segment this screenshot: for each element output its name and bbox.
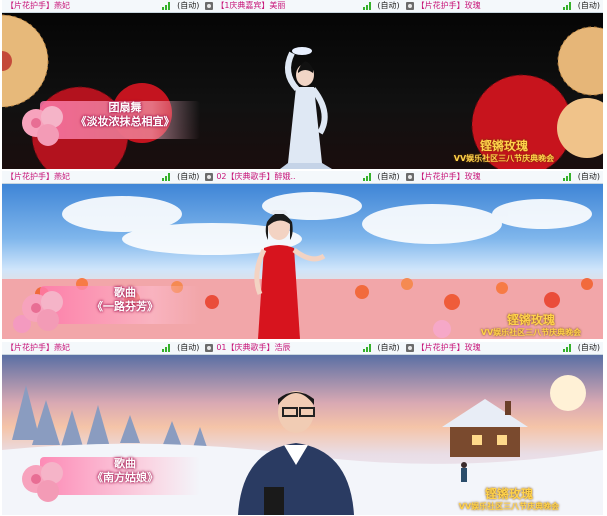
auto-label[interactable]: (自动) xyxy=(578,171,600,183)
video-frame-3: 【片花护手】燕妃 (自动) 01【庆典歌手】浩辰 (自动) 【片花护手】玫瑰 (… xyxy=(2,342,603,516)
video-canvas-1[interactable]: 团扇舞 《淡妆浓抹总相宜》 铿锵玫瑰 VV娱乐社区三八节庆典晚会 xyxy=(2,13,603,169)
slot-title: 【片花护手】玫瑰 xyxy=(416,343,481,352)
user-avatar-icon xyxy=(205,2,214,10)
caption-title: 《淡妆浓抹总相宜》 xyxy=(75,115,175,128)
watermark-title: 铿锵玫瑰 xyxy=(484,487,533,501)
signal-icon xyxy=(562,344,572,352)
event-watermark: 铿锵玫瑰 VV娱乐社区三八节庆典晚会 xyxy=(434,139,574,164)
paper-fan-left xyxy=(2,14,49,108)
slot-title: 【片花护手】燕妃 xyxy=(6,1,70,10)
signal-icon xyxy=(362,344,372,352)
slot-title: 【片花护手】燕妃 xyxy=(6,172,70,181)
signal-icon xyxy=(162,173,171,181)
sun xyxy=(550,375,586,411)
performance-caption: 歌曲 《一路芬芳》 xyxy=(60,286,190,314)
performance-caption: 歌曲 《南方姑娘》 xyxy=(60,457,190,485)
caption-genre: 歌曲 xyxy=(114,286,136,299)
video-canvas-3[interactable]: 歌曲 《南方姑娘》 铿锵玫瑰 VV娱乐社区三八节庆典晚会 xyxy=(2,355,603,515)
auto-label[interactable]: (自动) xyxy=(377,342,399,354)
caption-genre: 歌曲 xyxy=(114,457,136,470)
auto-label[interactable]: (自动) xyxy=(377,171,399,183)
performance-caption: 团扇舞 《淡妆浓抹总相宜》 xyxy=(60,101,190,129)
signal-icon xyxy=(362,173,372,181)
auto-label[interactable]: (自动) xyxy=(177,171,199,183)
signal-icon xyxy=(162,344,171,352)
snowy-pine-trees xyxy=(12,385,208,450)
slot-title: 【片花护手】燕妃 xyxy=(6,343,70,352)
caption-title: 《南方姑娘》 xyxy=(92,471,158,484)
user-avatar-icon xyxy=(205,344,214,352)
user-avatar-icon xyxy=(205,173,214,181)
watermark-subtitle: VV娱乐社区三八节庆典晚会 xyxy=(453,154,555,163)
user-avatar-icon xyxy=(405,173,414,181)
auto-label[interactable]: (自动) xyxy=(177,0,199,12)
watermark-title: 铿锵玫瑰 xyxy=(479,139,528,153)
signal-icon xyxy=(562,2,572,10)
slot-title: 01【庆典歌手】浩辰 xyxy=(216,343,291,352)
frame-3-slot-1[interactable]: 【片花护手】燕妃 (自动) xyxy=(2,342,202,354)
frame-2-slot-2[interactable]: 02【庆典歌手】醉娥.. (自动) xyxy=(202,171,402,183)
frame-1-slot-1[interactable]: 【片花护手】燕妃 (自动) xyxy=(2,0,202,12)
slot-title: 【1庆典嘉宾】美丽 xyxy=(216,1,286,10)
slot-title: 【片花护手】玫瑰 xyxy=(416,1,481,10)
signal-icon xyxy=(562,173,572,181)
event-watermark: 铿锵玫瑰 VV娱乐社区三八节庆典晚会 xyxy=(434,487,584,512)
user-avatar-icon xyxy=(405,344,414,352)
frame-1-title-bar: 【片花护手】燕妃 (自动) 【1庆典嘉宾】美丽 (自动) 【片花护手】玫瑰 (自… xyxy=(2,0,603,13)
frame-2-title-bar: 【片花护手】燕妃 (自动) 02【庆典歌手】醉娥.. (自动) 【片花护手】玫瑰… xyxy=(2,171,603,184)
auto-label[interactable]: (自动) xyxy=(377,0,399,12)
event-watermark: 铿锵玫瑰 VV娱乐社区三八节庆典晚会 xyxy=(460,313,602,338)
frame-2-slot-1[interactable]: 【片花护手】燕妃 (自动) xyxy=(2,171,202,183)
log-cabin xyxy=(442,399,528,457)
frame-1-slot-3[interactable]: 【片花护手】玫瑰 (自动) xyxy=(403,0,603,12)
signal-icon xyxy=(162,2,171,10)
watermark-title: 铿锵玫瑰 xyxy=(506,313,555,327)
watermark-subtitle: VV娱乐社区三八节庆典晚会 xyxy=(458,502,560,511)
frame-3-slot-3[interactable]: 【片花护手】玫瑰 (自动) xyxy=(403,342,603,354)
watermark-subtitle: VV娱乐社区三八节庆典晚会 xyxy=(480,328,582,337)
slot-title: 【片花护手】玫瑰 xyxy=(416,172,481,181)
video-canvas-2[interactable]: 歌曲 《一路芬芳》 铿锵玫瑰 VV娱乐社区三八节庆典晚会 xyxy=(2,184,603,339)
frame-3-title-bar: 【片花护手】燕妃 (自动) 01【庆典歌手】浩辰 (自动) 【片花护手】玫瑰 (… xyxy=(2,342,603,355)
auto-label[interactable]: (自动) xyxy=(578,342,600,354)
auto-label[interactable]: (自动) xyxy=(578,0,600,12)
caption-genre: 团扇舞 xyxy=(108,101,142,114)
dancer-figure xyxy=(280,47,332,169)
frame-2-slot-3[interactable]: 【片花护手】玫瑰 (自动) xyxy=(403,171,603,183)
frame-3-slot-2[interactable]: 01【庆典歌手】浩辰 (自动) xyxy=(202,342,402,354)
signal-icon xyxy=(362,2,372,10)
frame-1-slot-2[interactable]: 【1庆典嘉宾】美丽 (自动) xyxy=(202,0,402,12)
user-avatar-icon xyxy=(405,2,414,10)
slot-title: 02【庆典歌手】醉娥.. xyxy=(216,172,296,181)
caption-title: 《一路芬芳》 xyxy=(92,300,158,313)
walking-person xyxy=(461,462,467,482)
cloud-shapes xyxy=(62,192,592,255)
paper-fan-right-top xyxy=(557,26,603,96)
video-frame-1: 【片花护手】燕妃 (自动) 【1庆典嘉宾】美丽 (自动) 【片花护手】玫瑰 (自… xyxy=(2,0,603,171)
auto-label[interactable]: (自动) xyxy=(177,342,199,354)
video-frame-2: 【片花护手】燕妃 (自动) 02【庆典歌手】醉娥.. (自动) 【片花护手】玫瑰… xyxy=(2,171,603,342)
